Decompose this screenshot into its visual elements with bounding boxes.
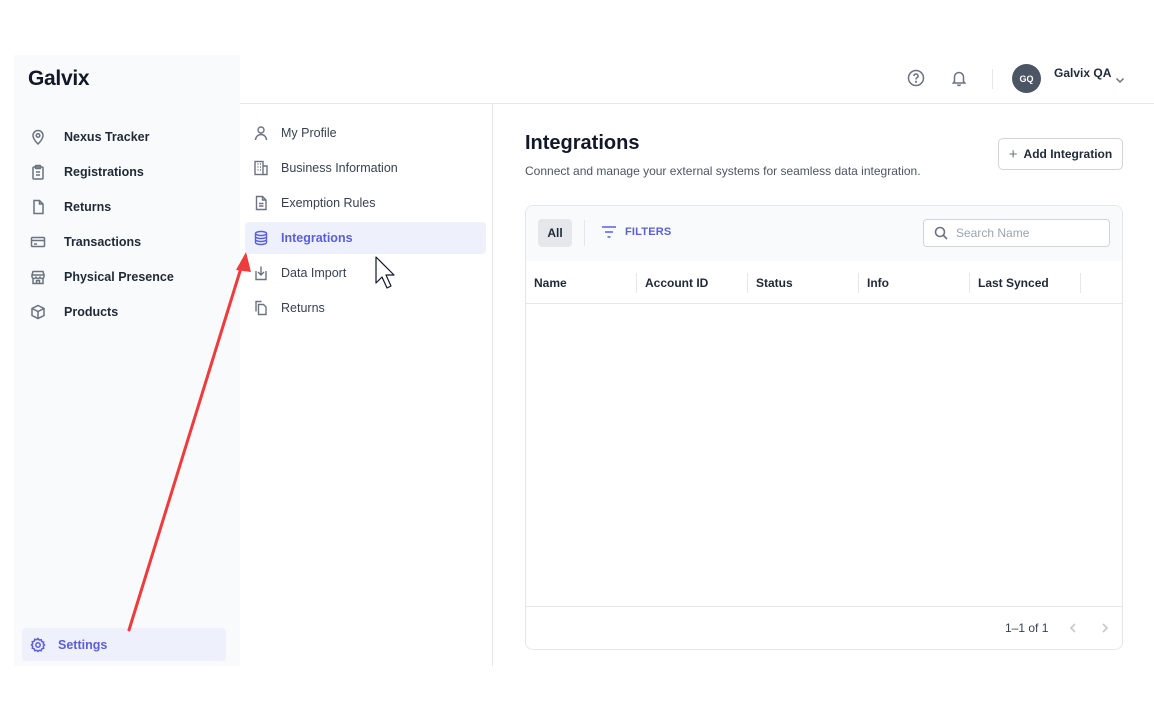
- help-circle-icon[interactable]: [907, 69, 925, 87]
- pagination-info: 1–1 of 1: [1005, 621, 1049, 635]
- clipboard-icon: [30, 164, 46, 180]
- settings-item-exemption-rules[interactable]: Exemption Rules: [245, 187, 486, 219]
- search-icon: [934, 226, 948, 240]
- gear-icon: [30, 636, 46, 653]
- settings-item-my-profile[interactable]: My Profile: [245, 117, 486, 149]
- chevron-down-icon[interactable]: [1114, 73, 1126, 85]
- main-content: Integrations Connect and manage your ext…: [494, 104, 1154, 666]
- settings-item-data-import[interactable]: Data Import: [245, 257, 486, 289]
- table-toolbar: All FILTERS: [526, 206, 1122, 261]
- settings-menu: My Profile Business Information Exemptio…: [240, 104, 493, 666]
- filters-button[interactable]: FILTERS: [601, 225, 671, 239]
- file-text-icon: [253, 195, 269, 211]
- column-header-info[interactable]: Info: [859, 261, 970, 304]
- integrations-table-panel: All FILTERS Name Account ID Status Info …: [525, 205, 1123, 650]
- sidebar-item-label: Nexus Tracker: [64, 129, 150, 144]
- column-header-status[interactable]: Status: [748, 261, 859, 304]
- table-header: Name Account ID Status Info Last Synced: [526, 261, 1122, 304]
- settings-item-label: Data Import: [281, 266, 347, 280]
- app-logo[interactable]: Galvix: [28, 67, 90, 91]
- sidebar-item-settings[interactable]: Settings: [22, 628, 226, 661]
- sidebar-item-label: Transactions: [64, 234, 142, 249]
- settings-item-label: Business Information: [281, 161, 398, 175]
- settings-item-label: Returns: [281, 301, 325, 315]
- settings-item-label: Integrations: [281, 231, 353, 245]
- chevron-left-icon[interactable]: [1066, 621, 1080, 635]
- settings-item-integrations[interactable]: Integrations: [245, 222, 486, 254]
- user-icon: [253, 125, 269, 141]
- column-header-account-id[interactable]: Account ID: [637, 261, 748, 304]
- document-icon: [30, 199, 46, 215]
- sidebar-item-nexus-tracker[interactable]: Nexus Tracker: [22, 119, 232, 154]
- copy-icon: [253, 300, 269, 316]
- settings-item-label: My Profile: [281, 126, 337, 140]
- search-box[interactable]: [923, 219, 1110, 247]
- settings-item-label: Exemption Rules: [281, 196, 376, 210]
- filter-lines-icon: [602, 226, 616, 238]
- toolbar-divider: [584, 220, 585, 246]
- plus-icon: +: [1008, 145, 1018, 163]
- table-pagination: 1–1 of 1: [526, 606, 1122, 649]
- filter-all-chip[interactable]: All: [538, 219, 572, 247]
- page-title: Integrations: [525, 132, 640, 154]
- sidebar: Galvix Nexus Tracker Registrations Retur…: [14, 55, 240, 666]
- bell-icon[interactable]: [950, 69, 968, 87]
- sidebar-item-registrations[interactable]: Registrations: [22, 154, 232, 189]
- filters-label: FILTERS: [625, 226, 672, 238]
- location-pin-icon: [30, 129, 46, 145]
- sidebar-nav: Nexus Tracker Registrations Returns Tran…: [22, 119, 232, 329]
- settings-item-business-information[interactable]: Business Information: [245, 152, 486, 184]
- sidebar-item-returns[interactable]: Returns: [22, 189, 232, 224]
- sidebar-item-label: Physical Presence: [64, 269, 174, 284]
- add-integration-label: Add Integration: [1023, 147, 1113, 161]
- top-bar: GQ Galvix QA: [240, 55, 1154, 104]
- user-name[interactable]: Galvix QA: [1054, 66, 1111, 80]
- credit-card-icon: [30, 234, 46, 250]
- search-input[interactable]: [956, 226, 1106, 240]
- import-icon: [253, 265, 269, 281]
- topbar-divider: [992, 69, 993, 89]
- app-frame: Galvix Nexus Tracker Registrations Retur…: [14, 55, 1154, 666]
- database-icon: [253, 230, 269, 246]
- chevron-right-icon[interactable]: [1098, 621, 1112, 635]
- sidebar-item-transactions[interactable]: Transactions: [22, 224, 232, 259]
- sidebar-item-label: Settings: [58, 637, 108, 652]
- sidebar-item-label: Products: [64, 304, 119, 319]
- avatar[interactable]: GQ: [1012, 64, 1041, 93]
- add-integration-button[interactable]: + Add Integration: [998, 138, 1123, 170]
- sidebar-item-physical-presence[interactable]: Physical Presence: [22, 259, 232, 294]
- storefront-icon: [30, 269, 46, 285]
- sidebar-item-products[interactable]: Products: [22, 294, 232, 329]
- sidebar-item-label: Registrations: [64, 164, 144, 179]
- column-header-last-synced[interactable]: Last Synced: [970, 261, 1081, 304]
- column-header-name[interactable]: Name: [526, 261, 637, 304]
- sidebar-item-label: Returns: [64, 199, 112, 214]
- settings-item-returns[interactable]: Returns: [245, 292, 486, 324]
- page-subtitle: Connect and manage your external systems…: [525, 164, 921, 178]
- building-icon: [253, 160, 269, 176]
- box-icon: [30, 304, 46, 320]
